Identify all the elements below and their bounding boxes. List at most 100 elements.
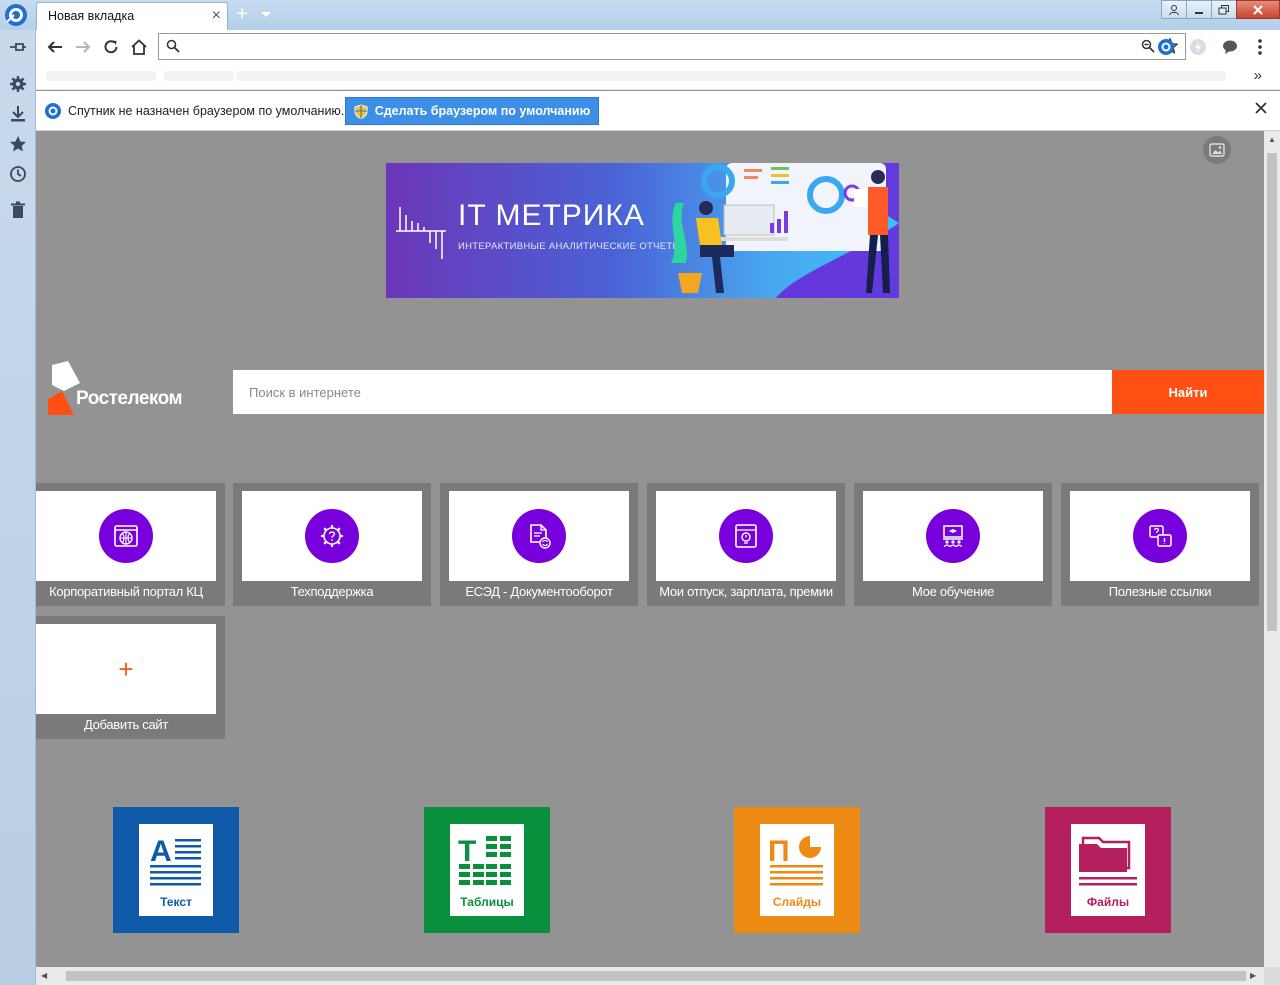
bookmark-item[interactable] bbox=[46, 71, 156, 81]
svg-text:T: T bbox=[458, 835, 476, 868]
support-gear-icon bbox=[305, 509, 359, 563]
tile-my-training[interactable]: Мое обучение bbox=[854, 483, 1052, 606]
vertical-scrollbar[interactable]: ▲ bbox=[1264, 131, 1280, 967]
bookmark-item[interactable] bbox=[164, 71, 234, 81]
profile-icon[interactable] bbox=[1161, 0, 1187, 19]
close-icon[interactable] bbox=[1254, 101, 1268, 115]
back-icon[interactable] bbox=[44, 36, 66, 58]
horizontal-scrollbar[interactable]: ◀ ▶ bbox=[36, 967, 1264, 985]
horizontal-scroll-thumb[interactable] bbox=[66, 971, 1246, 981]
vertical-scroll-thumb[interactable] bbox=[1267, 153, 1277, 631]
download-icon[interactable] bbox=[6, 102, 30, 126]
tab-close-icon[interactable]: × bbox=[212, 7, 221, 25]
tile-corporate-portal[interactable]: Корпоративный портал КЦ bbox=[36, 483, 225, 606]
sputnik-logo-icon bbox=[45, 103, 61, 119]
tile-label: Полезные ссылки bbox=[1108, 584, 1212, 599]
tile-thumbnail: + bbox=[36, 624, 216, 714]
office-slides-app[interactable]: П Слайды bbox=[734, 807, 860, 933]
toolbar bbox=[36, 30, 1280, 64]
trash-icon[interactable] bbox=[6, 198, 30, 222]
scroll-left-icon[interactable]: ◀ bbox=[41, 971, 47, 980]
tile-label: Добавить сайт bbox=[83, 717, 169, 732]
tile-vacation-salary[interactable]: Мои отпуск, зарплата, премии bbox=[647, 483, 845, 606]
address-input[interactable] bbox=[183, 36, 1083, 57]
tile-label: Корпоративный портал КЦ bbox=[49, 584, 203, 599]
analytics-illustration bbox=[671, 163, 899, 298]
menu-dots-icon[interactable] bbox=[1250, 37, 1270, 57]
bookmark-item[interactable] bbox=[236, 71, 1226, 81]
bookmarks-bar: » bbox=[36, 64, 1280, 90]
scroll-right-icon[interactable]: ▶ bbox=[1250, 971, 1256, 980]
tile-thumbnail bbox=[863, 491, 1043, 581]
forward-icon[interactable] bbox=[72, 36, 94, 58]
set-default-browser-button[interactable]: Сделать браузером по умолчанию bbox=[345, 97, 599, 125]
profile-window-icon bbox=[719, 509, 773, 563]
tile-document-flow[interactable]: ЕСЭД - Документооборот bbox=[440, 483, 638, 606]
tab-title: Новая вкладка bbox=[48, 9, 135, 23]
spreadsheet-icon: T bbox=[458, 835, 511, 885]
zoom-icon[interactable] bbox=[1141, 39, 1155, 53]
tile-thumbnail bbox=[242, 491, 422, 581]
minimize-icon[interactable] bbox=[1186, 0, 1212, 19]
wallpaper-image-icon[interactable] bbox=[1203, 136, 1231, 164]
presentation-icon: П bbox=[768, 835, 823, 886]
address-bar[interactable] bbox=[158, 33, 1186, 60]
office-card: П Слайды bbox=[760, 824, 834, 916]
office-text-label: Текст bbox=[160, 895, 192, 909]
help-chat-icon bbox=[1133, 509, 1187, 563]
tile-label: Мои отпуск, зарплата, премии bbox=[659, 584, 833, 599]
search-icon bbox=[166, 39, 180, 53]
title-bar: Новая вкладка × + bbox=[0, 0, 1280, 30]
sputnik-logo-icon[interactable] bbox=[4, 3, 28, 27]
chat-extension-icon[interactable] bbox=[1220, 37, 1240, 57]
training-icon bbox=[926, 509, 980, 563]
scroll-up-icon[interactable]: ▲ bbox=[1268, 135, 1276, 144]
text-document-icon: A bbox=[150, 835, 201, 886]
banner-title: IT МЕТРИКА bbox=[458, 199, 645, 232]
search-button[interactable]: Найти bbox=[1112, 370, 1264, 414]
tile-support[interactable]: Техподдержка bbox=[233, 483, 431, 606]
tile-label: Техподдержка bbox=[290, 584, 374, 599]
office-card: T Таблицы bbox=[450, 824, 524, 916]
set-default-browser-label: Сделать браузером по умолчанию bbox=[374, 104, 591, 118]
tab-new[interactable]: Новая вкладка × bbox=[36, 2, 228, 30]
document-sync-icon bbox=[512, 509, 566, 563]
web-search-input[interactable] bbox=[233, 370, 1113, 414]
tile-label: Мое обучение bbox=[911, 584, 994, 599]
sputnik-extension-icon[interactable] bbox=[1156, 37, 1176, 57]
globe-icon bbox=[99, 509, 153, 563]
tile-thumbnail bbox=[36, 491, 216, 581]
gear-icon[interactable] bbox=[6, 72, 30, 96]
rostelecom-logo: Ростелеком bbox=[48, 361, 198, 415]
infobar-message: Спутник не назначен браузером по умолчан… bbox=[68, 104, 345, 118]
office-text-app[interactable]: A Текст bbox=[113, 807, 239, 933]
reload-icon[interactable] bbox=[100, 36, 122, 58]
tile-thumbnail bbox=[1070, 491, 1250, 581]
maximize-icon[interactable] bbox=[1211, 0, 1237, 19]
rostelecom-logo-text: Ростелеком bbox=[76, 388, 183, 409]
pin-icon[interactable] bbox=[6, 35, 30, 59]
shield-icon bbox=[354, 103, 368, 119]
lightning-extension-icon[interactable] bbox=[1188, 37, 1208, 57]
banner-subtitle: ИНТЕРАКТИВНЫЕ АНАЛИТИЧЕСКИЕ ОТЧЕТЫ bbox=[458, 241, 682, 252]
office-files-app[interactable]: Файлы bbox=[1045, 807, 1171, 933]
default-browser-infobar: Спутник не назначен браузером по умолчан… bbox=[36, 91, 1280, 131]
tile-useful-links[interactable]: Полезные ссылки bbox=[1061, 483, 1259, 606]
new-tab-button[interactable]: + bbox=[232, 3, 252, 25]
bookmarks-more-icon[interactable]: » bbox=[1254, 67, 1262, 84]
history-icon[interactable] bbox=[6, 162, 30, 186]
office-slides-label: Слайды bbox=[772, 895, 822, 909]
tabs-menu-icon[interactable] bbox=[256, 5, 276, 23]
plus-icon: + bbox=[118, 654, 134, 684]
tile-add-site[interactable]: + Добавить сайт bbox=[36, 616, 225, 739]
scrollbar-corner bbox=[1264, 967, 1280, 985]
home-icon[interactable] bbox=[128, 36, 150, 58]
office-spreadsheet-app[interactable]: T Таблицы bbox=[424, 807, 550, 933]
new-tab-page: IT МЕТРИКА ИНТЕРАКТИВНЫЕ АНАЛИТИЧЕСКИЕ О… bbox=[36, 131, 1264, 967]
office-files-label: Файлы bbox=[1086, 895, 1130, 909]
it-metrika-banner[interactable]: IT МЕТРИКА ИНТЕРАКТИВНЫЕ АНАЛИТИЧЕСКИЕ О… bbox=[386, 163, 899, 298]
star-icon[interactable] bbox=[6, 132, 30, 156]
close-window-icon[interactable] bbox=[1236, 0, 1280, 19]
office-spreadsheet-label: Таблицы bbox=[460, 895, 514, 909]
office-card: A Текст bbox=[139, 824, 213, 916]
